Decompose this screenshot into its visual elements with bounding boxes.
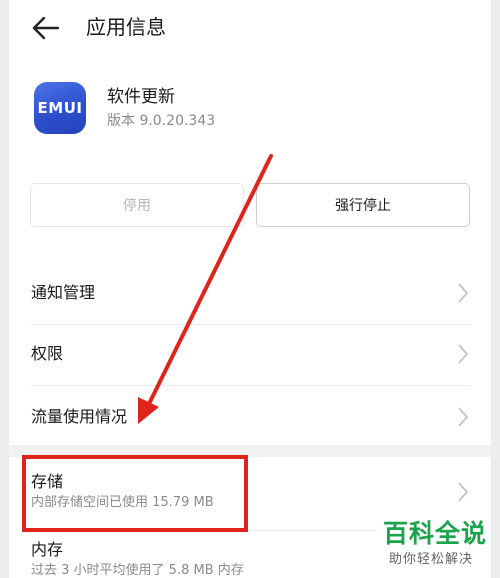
page-title: 应用信息 — [86, 15, 166, 39]
settings-item-label: 内存 — [31, 540, 64, 559]
settings-item-detail: 过去 3 小时平均使用了 5.8 MB 内存 — [31, 563, 244, 578]
app-icon: EMUI — [34, 82, 86, 134]
chevron-right-icon — [458, 482, 469, 502]
watermark: 百科全说 助你轻松解决 — [377, 518, 491, 574]
disable-button[interactable]: 停用 — [30, 183, 244, 227]
top-bar: 应用信息 — [9, 0, 491, 56]
force-stop-button[interactable]: 强行停止 — [256, 183, 470, 227]
chevron-right-icon — [458, 344, 469, 364]
app-version: 版本 9.0.20.343 — [107, 113, 216, 129]
back-arrow-icon[interactable] — [31, 13, 61, 43]
annotation-highlight-box — [22, 455, 248, 532]
settings-item-notifications[interactable]: 通知管理 — [9, 262, 491, 324]
watermark-title: 百科全说 — [383, 519, 488, 548]
settings-item-permissions[interactable]: 权限 — [9, 324, 491, 385]
watermark-subtitle: 助你轻松解决 — [389, 552, 474, 567]
chevron-right-icon — [458, 407, 469, 427]
settings-item-label: 权限 — [31, 344, 64, 363]
settings-item-data-usage[interactable]: 流量使用情况 — [9, 385, 491, 445]
settings-item-label: 流量使用情况 — [31, 407, 128, 426]
app-name: 软件更新 — [107, 87, 175, 107]
app-info-screen: 应用信息 EMUI 软件更新 版本 9.0.20.343 停用 强行停止 通知管… — [9, 0, 491, 578]
settings-item-label: 通知管理 — [31, 283, 96, 302]
chevron-right-icon — [458, 283, 469, 303]
emui-logo-icon: EMUI — [37, 99, 83, 117]
